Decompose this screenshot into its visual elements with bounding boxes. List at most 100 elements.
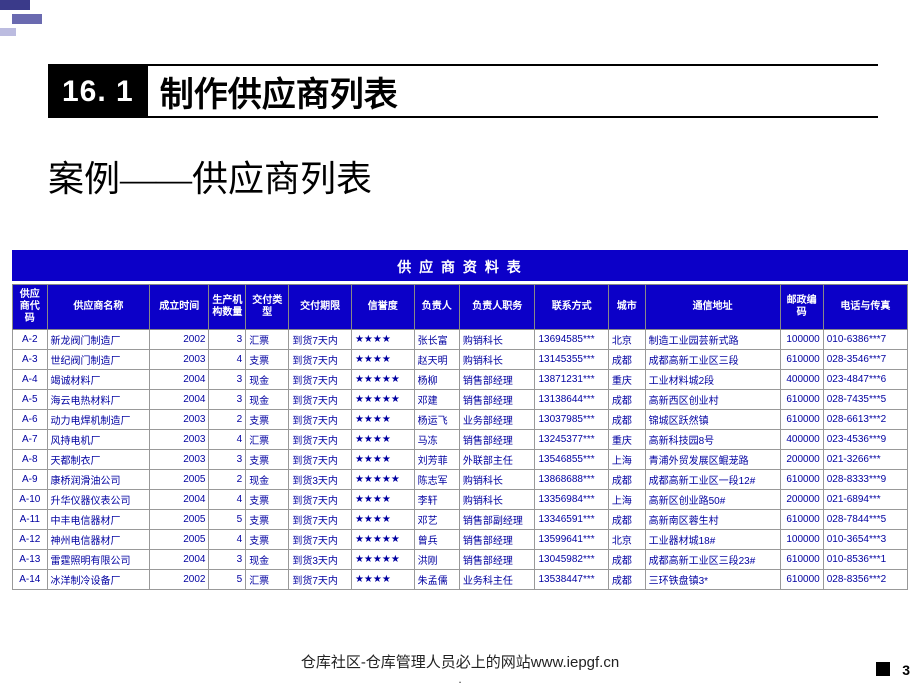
table-cell: 13538447***: [535, 570, 608, 590]
table-cell: 610000: [780, 350, 823, 370]
table-cell: 北京: [608, 330, 645, 350]
table-cell: 制造工业园芸新式路: [645, 330, 780, 350]
table-cell: 200000: [780, 490, 823, 510]
table-cell: 4: [209, 490, 246, 510]
table-row: A-7风持电机厂20034汇票到货7天内★★★★马冻销售部经理13245377*…: [13, 430, 908, 450]
table-cell: 2: [209, 470, 246, 490]
table-cell: 2004: [150, 550, 209, 570]
table-cell: ★★★★: [351, 330, 414, 350]
table-cell: 世纪阀门制造厂: [47, 350, 150, 370]
table-cell: ★★★★★: [351, 530, 414, 550]
table-row: A-3世纪阀门制造厂20034支票到货7天内★★★★赵天明购销科长1314535…: [13, 350, 908, 370]
table-cell: 13868688***: [535, 470, 608, 490]
corner-square-icon: [876, 662, 890, 676]
table-cell: 杨运飞: [414, 410, 459, 430]
table-cell: 支票: [246, 530, 289, 550]
table-cell: ★★★★: [351, 350, 414, 370]
table-cell: ★★★★: [351, 430, 414, 450]
table-cell: A-12: [13, 530, 48, 550]
th-qty: 生产机构数量: [209, 285, 246, 330]
table-cell: 高新区创业路50#: [645, 490, 780, 510]
table-row: A-2新龙阀门制造厂20023汇票到货7天内★★★★张长富购销科长1369458…: [13, 330, 908, 350]
th-tel: 联系方式: [535, 285, 608, 330]
table-cell: 到货7天内: [289, 530, 352, 550]
table-cell: 成都高新工业区一段12#: [645, 470, 780, 490]
table-cell: 上海: [608, 450, 645, 470]
table-cell: 成都高新工业区三段: [645, 350, 780, 370]
table-cell: 到货7天内: [289, 570, 352, 590]
table-cell: 610000: [780, 470, 823, 490]
table-cell: 100000: [780, 530, 823, 550]
table-cell: A-10: [13, 490, 48, 510]
table-cell: ★★★★★: [351, 470, 414, 490]
table-cell: ★★★★★: [351, 550, 414, 570]
table-cell: 2005: [150, 530, 209, 550]
table-cell: 竭诚材料厂: [47, 370, 150, 390]
table-cell: 2003: [150, 410, 209, 430]
table-cell: 中丰电信器材厂: [47, 510, 150, 530]
footer-dot: .: [458, 672, 461, 686]
table-cell: 曾兵: [414, 530, 459, 550]
table-cell: 神州电信器材厂: [47, 530, 150, 550]
table-header-row: 供应商代码 供应商名称 成立时间 生产机构数量 交付类型 交付期限 信誉度 负责…: [13, 285, 908, 330]
table-cell: 13694585***: [535, 330, 608, 350]
table-cell: 现金: [246, 470, 289, 490]
table-cell: 雷霆照明有限公司: [47, 550, 150, 570]
table-cell: 销售部经理: [459, 430, 535, 450]
table-row: A-4竭诚材料厂20043现金到货7天内★★★★★杨柳销售部经理13871231…: [13, 370, 908, 390]
table-cell: A-13: [13, 550, 48, 570]
table-cell: 610000: [780, 410, 823, 430]
decorative-squares: [0, 0, 42, 48]
table-cell: 010-3654***3: [823, 530, 907, 550]
table-row: A-12神州电信器材厂20054支票到货7天内★★★★★曾兵销售部经理13599…: [13, 530, 908, 550]
table-cell: 3: [209, 330, 246, 350]
table-cell: 200000: [780, 450, 823, 470]
table-cell: 4: [209, 350, 246, 370]
slide-subtitle: 案例——供应商列表: [48, 150, 372, 202]
table-cell: 北京: [608, 530, 645, 550]
table-cell: 汇票: [246, 330, 289, 350]
th-name: 供应商名称: [47, 285, 150, 330]
th-job: 负责人职务: [459, 285, 535, 330]
table-cell: 成都: [608, 350, 645, 370]
table-cell: 汇票: [246, 570, 289, 590]
table-cell: ★★★★★: [351, 370, 414, 390]
table-cell: 购销科长: [459, 350, 535, 370]
table-cell: 到货7天内: [289, 410, 352, 430]
table-cell: A-6: [13, 410, 48, 430]
table-cell: 青浦外贸发展区鲲茏路: [645, 450, 780, 470]
table-cell: ★★★★: [351, 490, 414, 510]
table-cell: 2002: [150, 570, 209, 590]
table-cell: 销售部经理: [459, 530, 535, 550]
table-row: A-9康桥润滑油公司20052现金到货3天内★★★★★陈志军购销科长138686…: [13, 470, 908, 490]
table-cell: 销售部经理: [459, 370, 535, 390]
table-cell: 610000: [780, 570, 823, 590]
table-cell: ★★★★: [351, 570, 414, 590]
table-cell: A-4: [13, 370, 48, 390]
table-cell: A-7: [13, 430, 48, 450]
table-cell: ★★★★★: [351, 390, 414, 410]
table-cell: 2004: [150, 490, 209, 510]
table-cell: A-9: [13, 470, 48, 490]
table-cell: 021-3266***: [823, 450, 907, 470]
table-cell: 2003: [150, 430, 209, 450]
table-cell: 13037985***: [535, 410, 608, 430]
table-cell: 13356984***: [535, 490, 608, 510]
table-row: A-11中丰电信器材厂20055支票到货7天内★★★★邓艺销售部副经理13346…: [13, 510, 908, 530]
table-cell: 成都: [608, 390, 645, 410]
table-row: A-10升华仪器仪表公司20044支票到货7天内★★★★李轩购销科长133569…: [13, 490, 908, 510]
th-pay: 交付类型: [246, 285, 289, 330]
table-cell: 2003: [150, 450, 209, 470]
table-cell: 支票: [246, 490, 289, 510]
table-cell: 13138644***: [535, 390, 608, 410]
table-cell: 13599641***: [535, 530, 608, 550]
table-cell: A-14: [13, 570, 48, 590]
table-cell: 销售部经理: [459, 550, 535, 570]
table-cell: 023-4847***6: [823, 370, 907, 390]
th-rep: 信誉度: [351, 285, 414, 330]
table-cell: 3: [209, 390, 246, 410]
table-cell: 工业材料城2段: [645, 370, 780, 390]
table-cell: 杨柳: [414, 370, 459, 390]
table-cell: 重庆: [608, 430, 645, 450]
table-cell: 028-7844***5: [823, 510, 907, 530]
